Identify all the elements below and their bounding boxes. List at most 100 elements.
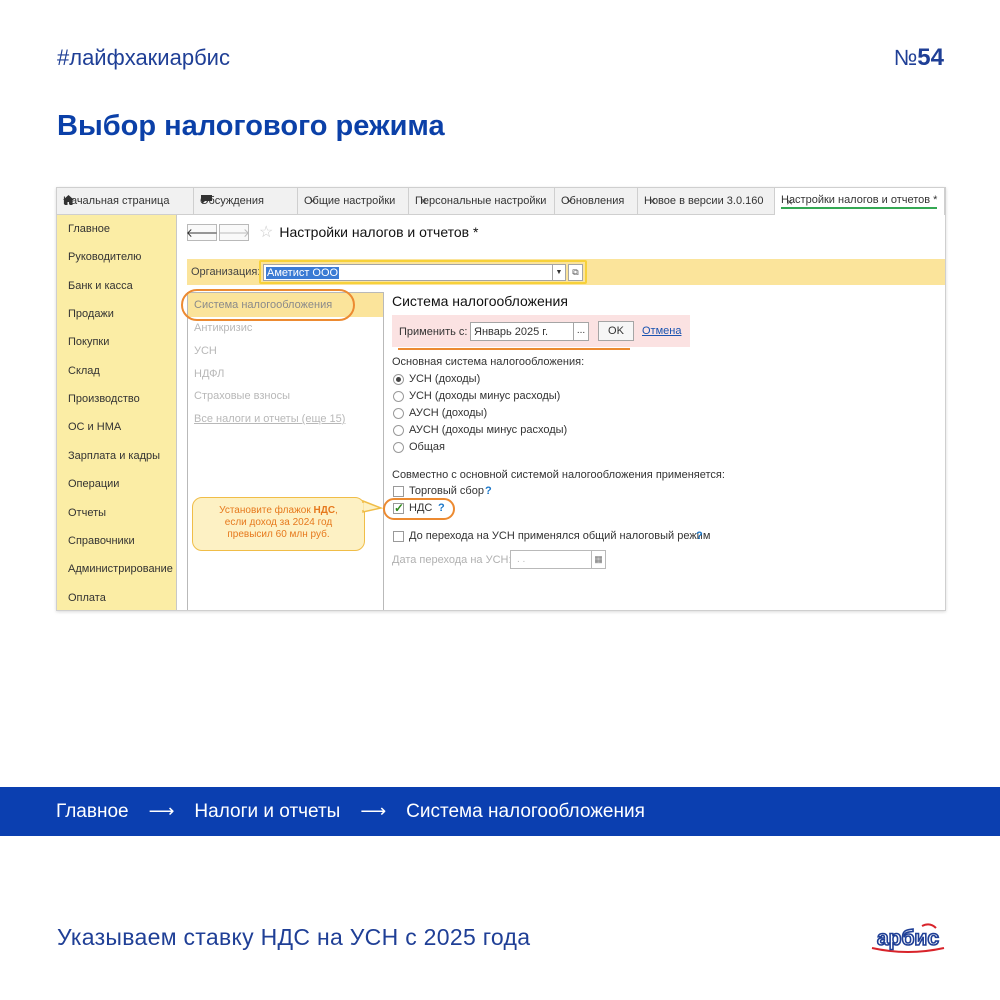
form-title: Настройки налогов и отчетов * [279,224,479,240]
sidebar-item-salary[interactable]: Зарплата и кадры [68,450,160,462]
radio-label: Общая [409,441,445,453]
arrow-icon: ⟶ [360,801,387,821]
tab-general-settings[interactable]: Общие настройки × [298,188,409,214]
tab-label: Настройки налогов и отчетов * [781,194,938,209]
radio-ausn-income[interactable] [393,408,404,419]
organization-value: Аметист ООО [266,267,340,279]
sidebar-item-reports[interactable]: Отчеты [68,507,106,519]
apply-from-value: Январь 2025 г. [474,326,549,338]
sidebar-item-manager[interactable]: Руководителю [68,251,141,263]
radio-label: АУСН (доходы) [409,407,488,419]
radio-label: УСН (доходы) [409,373,481,385]
sidebar-item-production[interactable]: Производство [68,393,140,405]
tab-label: Новое в версии 3.0.160 [644,195,764,207]
radio-ausn-income-expenses[interactable] [393,425,404,436]
svg-text:арбис: арбис [877,927,939,950]
radio-label: УСН (доходы минус расходы) [409,390,561,402]
radio-usn-income[interactable] [393,374,404,385]
navigation-path: Главное ⟶ Налоги и отчеты ⟶ Система нало… [0,787,1000,836]
tab-label: Обсуждения [200,195,264,207]
callout-text: Установите флажок [219,505,314,516]
tab-tax-settings[interactable]: Настройки налогов и отчетов * × [775,188,945,215]
list-item-insurance[interactable]: Страховые взносы [194,390,290,402]
apply-from-bar: Применить с: Январь 2025 г. ... OK Отмен… [392,315,690,347]
trade-fee-checkbox[interactable] [393,486,404,497]
sidebar: Главное Руководителю Банк и касса Продаж… [57,215,177,610]
tab-discussions[interactable]: Обсуждения [194,188,298,214]
callout-text: , [335,505,338,516]
issue-prefix: № [893,45,918,70]
forward-button[interactable]: 🡒 [218,223,250,241]
radio-general[interactable] [393,442,404,453]
arbis-logo: арбис [871,923,945,953]
footer-caption: Указываем ставку НДС на УСН с 2025 года [57,924,531,950]
transition-date-label: Дата перехода на УСН: [392,554,512,566]
sidebar-item-assets[interactable]: ОС и НМА [68,421,121,433]
organization-label: Организация: [191,266,261,278]
radio-usn-income-expenses[interactable] [393,391,404,402]
path-item-taxes: Налоги и отчеты [194,800,341,822]
arrow-icon: ⟶ [148,801,175,821]
callout-bold: НДС [313,505,336,516]
trade-fee-label: Торговый сбор [409,485,484,497]
apply-from-field[interactable]: Январь 2025 г. [470,322,574,341]
sidebar-item-sales[interactable]: Продажи [68,308,114,320]
tab-updates[interactable]: Обновления × [555,188,638,214]
page-title: Выбор налогового режима [57,110,445,142]
sidebar-item-main[interactable]: Главное [68,223,110,235]
dropdown-arrow-icon[interactable]: ▼ [553,264,566,281]
list-item-ndfl[interactable]: НДФЛ [194,368,224,380]
calendar-icon[interactable]: ▦ [592,550,606,569]
sidebar-item-admin[interactable]: Администрирование [68,563,173,575]
app-window: Начальная страница Обсуждения Общие наст… [56,187,946,611]
callout-line-3: превысил 60 млн руб. [227,529,330,540]
list-item-anticrisis[interactable]: Антикризис [194,322,252,334]
apply-from-label: Применить с: [399,326,468,338]
organization-bar: Организация: Аметист ООО ▼ ⧉ [187,259,945,285]
all-taxes-link[interactable]: Все налоги и отчеты (еще 15) [194,413,345,425]
organization-field[interactable]: Аметист ООО [263,264,553,281]
issue-value: 54 [917,44,944,71]
before-usn-checkbox[interactable] [393,531,404,542]
tab-label: Обновления [561,195,625,207]
hint-callout: Установите флажок НДС, если доход за 202… [192,497,365,551]
radio-label: АУСН (доходы минус расходы) [409,424,568,436]
sidebar-item-operations[interactable]: Операции [68,478,119,490]
path-item-main: Главное [56,800,129,822]
form-navbar: 🡐 🡒 ☆ Настройки налогов и отчетов * [186,222,479,242]
callout-line-2: если доход за 2024 год [224,517,333,528]
tab-home[interactable]: Начальная страница [57,188,194,214]
sidebar-item-payment[interactable]: Оплата [68,592,106,604]
open-icon[interactable]: ⧉ [568,264,583,281]
hashtag: #лайфхакиарбис [57,45,230,70]
tab-whats-new[interactable]: Новое в версии 3.0.160 × [638,188,775,214]
sidebar-item-directories[interactable]: Справочники [68,535,135,547]
main-system-label: Основная система налогообложения: [392,356,585,368]
ok-button[interactable]: OK [598,321,634,341]
sidebar-item-bank[interactable]: Банк и касса [68,280,133,292]
tab-personal-settings[interactable]: Персональные настройки × [409,188,555,214]
star-icon[interactable]: ☆ [259,222,273,242]
transition-date-field[interactable]: . . [510,550,592,569]
help-icon[interactable]: ? [696,530,703,542]
before-usn-label: До перехода на УСН применялся общий нало… [409,530,711,542]
section-title: Система налогообложения [392,293,568,309]
highlight-oval [181,289,355,321]
callout-pointer [360,499,384,513]
list-item-usn[interactable]: УСН [194,345,217,357]
cancel-link[interactable]: Отмена [642,325,681,337]
path-item-tax-system: Система налогообложения [406,800,645,822]
back-button[interactable]: 🡐 [186,223,218,241]
tab-label: Начальная страница [63,195,170,207]
highlight-underline [398,348,630,350]
tab-label: Персональные настройки [415,195,547,207]
issue-number: №54 [894,44,944,72]
help-icon[interactable]: ? [485,485,492,497]
select-period-button[interactable]: ... [574,322,589,341]
organization-highlight: Аметист ООО ▼ ⧉ [259,260,587,284]
sidebar-item-purchases[interactable]: Покупки [68,336,109,348]
section-list: Система налогообложения Антикризис УСН Н… [187,292,384,610]
callout-line-1: Установите флажок НДС, [193,505,364,517]
tab-label: Общие настройки [304,195,396,207]
sidebar-item-warehouse[interactable]: Склад [68,365,100,377]
